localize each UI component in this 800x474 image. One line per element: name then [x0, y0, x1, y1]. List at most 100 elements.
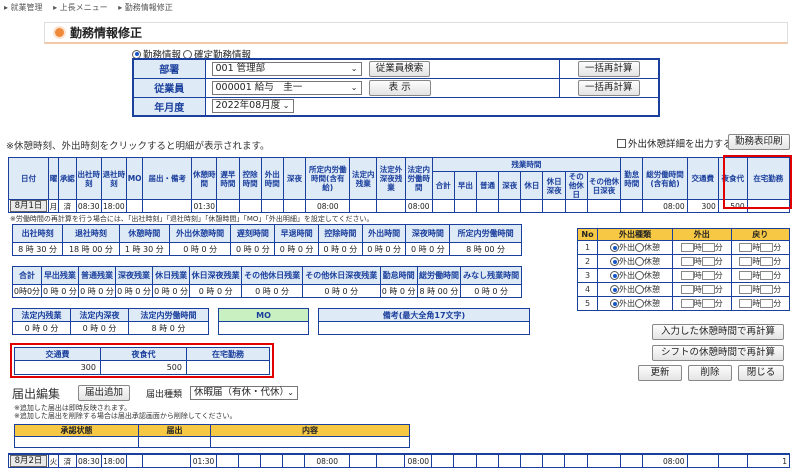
- head-sched: 所定内労働時間: [449, 224, 522, 243]
- col-transport: 交通費: [686, 157, 719, 200]
- batch-recalc-button[interactable]: 一括再計算: [577, 60, 640, 77]
- minute-input[interactable]: [701, 299, 715, 308]
- input-legal-work[interactable]: 8 時 0 分: [128, 321, 209, 335]
- hour-input[interactable]: [739, 299, 753, 308]
- print-button[interactable]: 勤務表印刷: [728, 134, 790, 150]
- recalc-shift-rest-button[interactable]: シフトの休憩時間で再計算: [652, 345, 784, 361]
- hour-input[interactable]: [680, 271, 694, 280]
- input-out[interactable]: 18 時 00 分: [62, 242, 120, 256]
- delete-button[interactable]: 削除: [688, 365, 732, 381]
- input-night-ot[interactable]: 0 時 0 分: [115, 284, 154, 298]
- employee-select[interactable]: 000001 給与 圭一 ⌄: [211, 80, 362, 95]
- recalc-note: ※労働時間の再計算を行う場合には、「出社時刻」「退社時刻」「休憩時間」「MO」「…: [10, 215, 374, 223]
- cell-dow: 火: [48, 453, 59, 468]
- input-early-ot[interactable]: 0 時 0 分: [40, 284, 79, 298]
- radio-outing[interactable]: [610, 243, 619, 252]
- minute-input[interactable]: [701, 243, 715, 252]
- input-rest[interactable]: 1 時 30 分: [118, 242, 170, 256]
- cell-approve: 済: [57, 199, 77, 213]
- minute-input[interactable]: [760, 299, 774, 308]
- radio-rest[interactable]: [635, 285, 644, 294]
- hour-input[interactable]: [680, 243, 694, 252]
- month-select[interactable]: 2022年08月度 ⌄: [211, 99, 294, 114]
- edit-block-times: 出社時刻 退社時刻 休憩時間 外出休憩時間 遅刻時間 早退時間 控除時間 外出時…: [11, 224, 522, 256]
- head-outing: 外出時間: [361, 224, 407, 243]
- input-attend[interactable]: 0 時 0 分: [379, 284, 418, 298]
- col-sched: 所定内労働時間(含有給): [305, 157, 351, 200]
- radio-rest[interactable]: [635, 243, 644, 252]
- radio-rest[interactable]: [635, 257, 644, 266]
- input-holiday-ot[interactable]: 0 時 0 分: [152, 284, 191, 298]
- input-early[interactable]: 0 時 0 分: [274, 242, 319, 256]
- input-sched[interactable]: 8 時 00 分: [449, 242, 522, 256]
- close-button[interactable]: 閉じる: [738, 365, 784, 381]
- radio-rest[interactable]: [635, 299, 644, 308]
- input-total[interactable]: 8 時 00 分: [416, 284, 462, 298]
- minute-input[interactable]: [760, 285, 774, 294]
- input-normal-ot[interactable]: 0 時 0 分: [77, 284, 117, 298]
- breadcrumb-item[interactable]: ▸ 就業管理: [4, 3, 43, 12]
- input-deduct[interactable]: 0 時 0 分: [317, 242, 363, 256]
- date-button[interactable]: 8月1日: [9, 200, 48, 212]
- input-mo[interactable]: [218, 321, 309, 335]
- col-overtime: 残業時間: [431, 157, 622, 172]
- notice-add-button[interactable]: 届出追加: [78, 385, 131, 401]
- minute-input[interactable]: [760, 257, 774, 266]
- radio-outing[interactable]: [610, 285, 619, 294]
- recalc-input-rest-button[interactable]: 入力した休憩時間で再計算: [652, 324, 784, 340]
- head-other-ot: その他休日残業: [241, 266, 303, 285]
- month-label: 年月度: [132, 96, 206, 117]
- page-header: 勤務情報修正: [44, 22, 788, 44]
- cell-rest[interactable]: 01:30: [191, 199, 218, 213]
- col-legal-work: 法定内労働時間: [404, 157, 433, 200]
- minute-input[interactable]: [701, 271, 715, 280]
- table-row[interactable]: 8月1日 月 済 08:30 18:00 01:30 08:00 08:00 0…: [8, 199, 791, 213]
- hour-input[interactable]: [739, 243, 753, 252]
- batch-recalc-button-2[interactable]: 一括再計算: [577, 79, 640, 96]
- input-outing[interactable]: 0 時 0 分: [361, 242, 407, 256]
- radio-outing[interactable]: [610, 271, 619, 280]
- head-early-ot: 早出残業: [40, 266, 79, 285]
- breadcrumb-item[interactable]: ▸ 上長メニュー: [53, 3, 108, 12]
- cell-out: 18:00: [100, 199, 127, 213]
- hour-input[interactable]: [739, 271, 753, 280]
- employee-search-button[interactable]: 従業員検索: [368, 60, 431, 77]
- input-legal-ot[interactable]: 0 時 0 分: [12, 321, 71, 335]
- show-button[interactable]: 表 示: [368, 79, 431, 96]
- col-legal-night: 法定外深夜残業: [376, 157, 406, 200]
- notice-type-select[interactable]: 休暇届（有休・代休） ⌄: [190, 386, 298, 400]
- radio-outing[interactable]: [610, 257, 619, 266]
- minute-input[interactable]: [701, 285, 715, 294]
- head-out: 退社時刻: [62, 224, 120, 243]
- hour-input[interactable]: [739, 285, 753, 294]
- head-sum: 合計: [12, 266, 42, 285]
- input-in[interactable]: 8 時 30 分: [11, 242, 64, 256]
- input-holiday-night-ot[interactable]: 0 時 0 分: [189, 284, 243, 298]
- minute-input[interactable]: [760, 271, 774, 280]
- input-other-night-ot[interactable]: 0 時 0 分: [301, 284, 381, 298]
- head-night: 深夜時間: [405, 224, 451, 243]
- input-late[interactable]: 0 時 0 分: [230, 242, 276, 256]
- input-remarks[interactable]: [318, 321, 530, 335]
- radio-outing[interactable]: [610, 299, 619, 308]
- chevron-down-icon: ⌄: [282, 101, 290, 111]
- input-legal-night[interactable]: 0 時 0 分: [70, 321, 129, 335]
- input-night[interactable]: 0 時 0 分: [405, 242, 451, 256]
- update-button[interactable]: 更新: [638, 365, 682, 381]
- hour-input[interactable]: [680, 285, 694, 294]
- date-button[interactable]: 8月2日: [9, 455, 48, 467]
- out-detail-checkbox[interactable]: [617, 138, 626, 148]
- input-deemed[interactable]: 0 時 0 分: [460, 284, 522, 298]
- cell-rest[interactable]: 01:30: [190, 453, 217, 468]
- hour-input[interactable]: [680, 299, 694, 308]
- minute-input[interactable]: [701, 257, 715, 266]
- minute-input[interactable]: [760, 243, 774, 252]
- input-other-ot[interactable]: 0 時 0 分: [241, 284, 303, 298]
- radio-rest[interactable]: [635, 271, 644, 280]
- hour-input[interactable]: [739, 257, 753, 266]
- outing-head-no: No: [577, 228, 598, 241]
- hour-input[interactable]: [680, 257, 694, 266]
- dept-select[interactable]: 001 管理部 ⌄: [211, 61, 362, 76]
- col-ot-normal: 普通: [475, 171, 500, 200]
- table-row[interactable]: 8月2日 火 済 08:30 18:00 01:30 08:00 08:00 0…: [8, 453, 791, 468]
